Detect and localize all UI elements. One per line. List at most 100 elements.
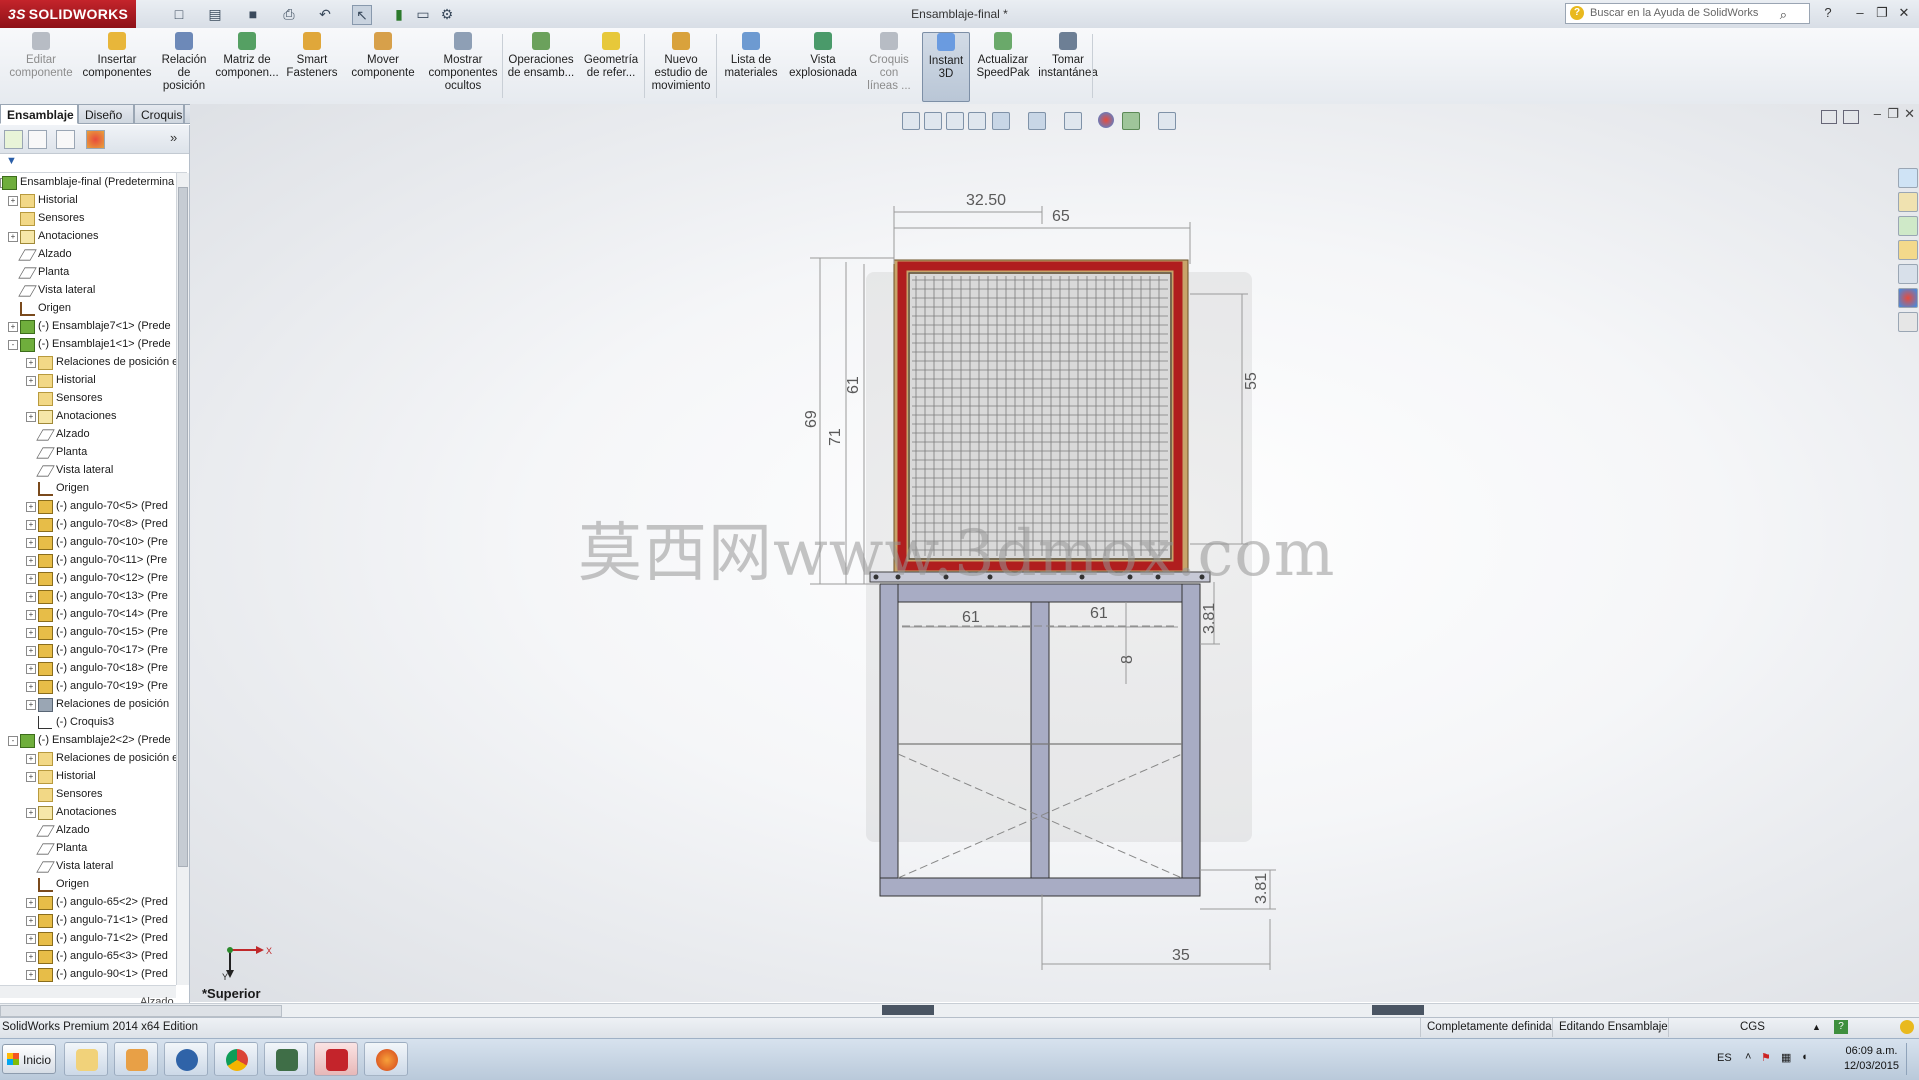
tab-ensamblaje[interactable]: Ensamblaje — [0, 104, 78, 124]
tree-item[interactable]: -Ensamblaje-final (Predetermina — [0, 173, 176, 191]
taskbar-chrome[interactable] — [214, 1042, 258, 1076]
expand-icon[interactable]: + — [26, 592, 36, 602]
display-manager-icon[interactable] — [86, 130, 105, 149]
tree-item[interactable]: Vista lateral — [0, 461, 176, 479]
filter-icon[interactable]: ▼ — [6, 155, 17, 167]
tree-item[interactable]: Origen — [0, 875, 176, 893]
tree-vertical-scrollbar[interactable] — [176, 173, 189, 985]
expand-icon[interactable]: + — [26, 898, 36, 908]
graphics-area[interactable]: – ❐ ✕ 32.50 65 69 61 71 55 61 61 3.81 8 3.81 35 莫西网… — [190, 104, 1919, 1002]
tree-item[interactable]: Planta — [0, 263, 176, 281]
tree-item[interactable]: + (-) angulo-90<1> (Pred — [0, 965, 176, 983]
tree-item[interactable]: + (-) angulo-70<12> (Pre — [0, 569, 176, 587]
feature-tree-icon[interactable] — [4, 130, 23, 149]
dimension-value-d381a[interactable]: 3.81 — [1201, 603, 1218, 634]
language-indicator[interactable]: ES — [1717, 1052, 1732, 1064]
cmd-assembly-features-button[interactable]: Operaciones de ensamb... — [506, 32, 576, 100]
tree-item[interactable]: Vista lateral — [0, 281, 176, 299]
tree-item[interactable]: Sensores — [0, 389, 176, 407]
start-button[interactable]: Inicio — [2, 1044, 56, 1074]
cmd-move-component-button[interactable]: Mover componente — [346, 32, 420, 100]
tree-item[interactable]: Sensores — [0, 785, 176, 803]
tree-item[interactable]: + Relaciones de posición e — [0, 749, 176, 767]
dimension-value-d71[interactable]: 71 — [827, 428, 844, 446]
tree-item[interactable]: + (-) angulo-70<5> (Pred — [0, 497, 176, 515]
tree-item[interactable]: + Historial — [0, 371, 176, 389]
help-menu-icon[interactable]: ? — [1818, 4, 1838, 22]
search-icon[interactable]: ⌕ — [1780, 5, 1787, 24]
network-icon[interactable]: ▦ — [1781, 1051, 1791, 1064]
tree-item[interactable]: Origen — [0, 479, 176, 497]
dimension-value-d61v[interactable]: 61 — [845, 376, 862, 394]
minimize-button[interactable]: – — [1850, 4, 1870, 22]
taskbar-explorer[interactable] — [64, 1042, 108, 1076]
tree-item[interactable]: + (-) angulo-70<15> (Pre — [0, 623, 176, 641]
tree-item[interactable]: + (-) angulo-71<2> (Pred — [0, 929, 176, 947]
property-manager-icon[interactable] — [28, 130, 47, 149]
tab-croquis[interactable]: Croquis — [134, 104, 184, 124]
quick-tips-icon[interactable]: ? — [1834, 1020, 1848, 1034]
tab-dise-o[interactable]: Diseño — [78, 104, 134, 124]
cmd-smart-fasteners-button[interactable]: Smart Fasteners — [282, 32, 342, 100]
expand-icon[interactable]: + — [26, 664, 36, 674]
cmd-motion-study-button[interactable]: Nuevo estudio de movimiento — [646, 32, 716, 100]
taskbar-thunderbird[interactable] — [164, 1042, 208, 1076]
expand-icon[interactable]: + — [26, 628, 36, 638]
expand-icon[interactable]: + — [26, 682, 36, 692]
expand-icon[interactable]: + — [26, 520, 36, 530]
taskbar-firefox[interactable] — [364, 1042, 408, 1076]
tree-item[interactable]: Alzado — [0, 821, 176, 839]
close-button[interactable]: ✕ — [1894, 4, 1914, 22]
cmd-instant3d-button[interactable]: Instant 3D — [922, 32, 970, 102]
dimension-value-d381b[interactable]: 3.81 — [1253, 873, 1270, 904]
tree-item[interactable]: Sensores — [0, 209, 176, 227]
expand-icon[interactable]: + — [8, 232, 18, 242]
expand-icon[interactable]: + — [26, 358, 36, 368]
expand-icon[interactable]: + — [26, 772, 36, 782]
cmd-insert-components-button[interactable]: Insertar componentes — [80, 32, 154, 100]
cmd-show-hidden-button[interactable]: Mostrar componentes ocultos — [424, 32, 502, 100]
dimension-value-d32[interactable]: 32.50 — [966, 192, 1006, 209]
tree-item[interactable]: + (-) angulo-65<3> (Pred — [0, 947, 176, 965]
tree-item[interactable]: + Anotaciones — [0, 803, 176, 821]
expand-icon[interactable]: + — [26, 934, 36, 944]
tree-item[interactable]: Alzado — [0, 425, 176, 443]
dimension-value-d8[interactable]: 8 — [1119, 655, 1136, 664]
expand-icon[interactable]: + — [26, 970, 36, 980]
configuration-manager-icon[interactable] — [56, 130, 75, 149]
expand-icon[interactable]: + — [26, 538, 36, 548]
rebuild-status-icon[interactable] — [1900, 1020, 1914, 1034]
help-search-input[interactable]: ? Buscar en la Ayuda de SolidWorks ⌕ — [1565, 3, 1810, 24]
expand-icon[interactable]: + — [26, 952, 36, 962]
tree-item[interactable]: Planta — [0, 443, 176, 461]
dimension-value-d69[interactable]: 69 — [803, 410, 820, 428]
dimension-value-d35[interactable]: 35 — [1172, 947, 1190, 964]
tree-item[interactable]: + Relaciones de posición — [0, 695, 176, 713]
tree-item[interactable]: + (-) Ensamblaje7<1> (Prede — [0, 317, 176, 335]
tree-item[interactable]: + (-) angulo-70<11> (Pre — [0, 551, 176, 569]
dimension-value-d65[interactable]: 65 — [1052, 208, 1070, 225]
expand-icon[interactable]: + — [8, 322, 18, 332]
scroll-thumb-left[interactable] — [882, 1005, 934, 1015]
cmd-component-pattern-button[interactable]: Matriz de componen... — [214, 32, 280, 100]
expand-icon[interactable]: + — [26, 574, 36, 584]
taskbar-media-player[interactable] — [114, 1042, 158, 1076]
tree-item[interactable]: + (-) angulo-70<19> (Pre — [0, 677, 176, 695]
expand-icon[interactable]: + — [26, 376, 36, 386]
tree-item[interactable]: + (-) angulo-71<1> (Pred — [0, 911, 176, 929]
tree-item[interactable]: + (-) angulo-70<10> (Pre — [0, 533, 176, 551]
tree-item[interactable]: + (-) angulo-70<14> (Pre — [0, 605, 176, 623]
volume-icon[interactable]: ◖ — [1801, 1051, 1808, 1063]
tree-item[interactable]: + (-) angulo-70<18> (Pre — [0, 659, 176, 677]
expand-icon[interactable]: + — [26, 502, 36, 512]
tree-item[interactable]: - (-) Ensamblaje2<2> (Prede — [0, 731, 176, 749]
cmd-reference-geometry-button[interactable]: Geometría de refer... — [578, 32, 644, 100]
units-dropdown-icon[interactable]: ▲ — [1812, 1018, 1821, 1037]
tree-item[interactable]: + (-) angulo-70<17> (Pre — [0, 641, 176, 659]
dimension-value-d61a[interactable]: 61 — [962, 609, 980, 626]
tree-item[interactable]: + (-) angulo-65<2> (Pred — [0, 893, 176, 911]
tree-item[interactable]: + Anotaciones — [0, 407, 176, 425]
expand-icon[interactable]: + — [8, 196, 18, 206]
tree-item[interactable]: - (-) Ensamblaje1<1> (Prede — [0, 335, 176, 353]
units-selector[interactable]: CGS — [1740, 1018, 1765, 1037]
